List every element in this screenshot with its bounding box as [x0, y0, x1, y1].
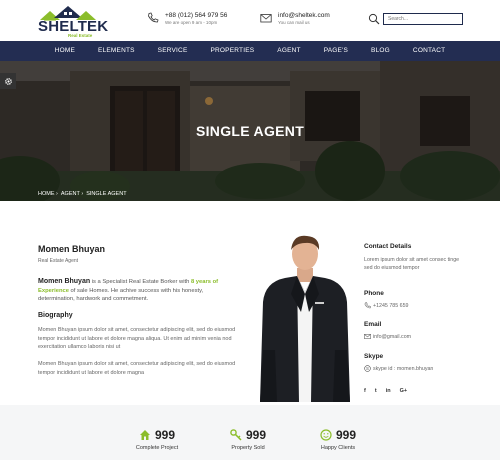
- contact-details-section: Contact Details Lorem ipsum dolor sit am…: [364, 243, 464, 272]
- nav-blog[interactable]: BLOG: [371, 41, 390, 61]
- skype-value: skype id : momen.bhuyan: [373, 365, 434, 372]
- stat-label: Property Sold: [231, 445, 265, 451]
- nav-agent[interactable]: AGENT: [277, 41, 300, 61]
- breadcrumb-separator: ›: [56, 191, 58, 197]
- envelope-icon: [364, 334, 371, 339]
- phone-number: +88 (012) 564 979 56: [165, 12, 228, 19]
- agent-role: Real Estate Agent: [38, 258, 79, 264]
- top-header: SHELTEK Real Estate +88 (012) 564 979 56…: [0, 0, 500, 41]
- phone-value: +1245 785 659: [373, 302, 409, 309]
- breadcrumb-separator: ›: [81, 191, 84, 197]
- nav-service[interactable]: SERVICE: [158, 41, 188, 61]
- phone-hours: We are open 9 am - 10pm: [165, 20, 218, 25]
- social-links: f t in G+: [364, 388, 416, 394]
- settings-toggle[interactable]: [0, 73, 16, 89]
- nav-pages[interactable]: PAGE'S: [324, 41, 348, 61]
- phone-link[interactable]: +1245 785 659: [364, 302, 409, 309]
- email-heading: Email: [364, 321, 382, 328]
- intro-name: Momen Bhuyan: [38, 278, 91, 285]
- stat-label: Complete Project: [135, 445, 179, 451]
- biography-paragraph-1: Momen Bhuyan ipsum dolor sit amet, conse…: [38, 327, 236, 350]
- agent-intro: Momen Bhuyan is a Specialist Real Estate…: [38, 278, 238, 304]
- search-bar: [368, 13, 463, 25]
- stat-label: Happy Clients: [320, 445, 356, 451]
- breadcrumb-agent[interactable]: AGENT: [61, 191, 80, 197]
- stat-value: 999: [245, 428, 267, 442]
- home-icon: [139, 430, 150, 440]
- skype-icon: S: [364, 365, 371, 372]
- phone-icon: [364, 302, 371, 309]
- email-section: Email info@gmail.com: [364, 321, 411, 340]
- agent-name: Momen Bhuyan: [38, 244, 106, 254]
- phone-heading: Phone: [364, 290, 384, 297]
- stat-value: 999: [335, 428, 357, 442]
- smile-icon: [320, 429, 332, 441]
- breadcrumb: HOME › AGENT › SINGLE AGENT: [38, 191, 130, 197]
- email-note: You can mail us: [278, 20, 310, 25]
- stats-bar: 999 Complete Project 999 Property Sold 9…: [0, 405, 500, 460]
- stat-happy-clients: 999 Happy Clients: [303, 428, 373, 451]
- linkedin-icon[interactable]: in: [386, 388, 391, 394]
- intro-text-1: is a Specialist Real Estate Borker with: [90, 279, 191, 285]
- email-address: info@sheltek.com: [278, 12, 330, 19]
- phone-icon: [148, 12, 159, 23]
- phone-section: Phone +1245 785 659: [364, 290, 409, 309]
- search-icon[interactable]: [368, 13, 380, 25]
- nav-home[interactable]: HOME: [55, 41, 75, 61]
- key-icon: [230, 429, 242, 441]
- page-title: SINGLE AGENT: [195, 123, 305, 139]
- brand-tagline: Real Estate: [68, 33, 93, 38]
- contact-details-heading: Contact Details: [364, 243, 412, 250]
- breadcrumb-home[interactable]: HOME: [38, 191, 55, 197]
- email-value: info@gmail.com: [373, 333, 412, 340]
- hero-banner: SINGLE AGENT HOME › AGENT › SINGLE AGENT: [0, 61, 500, 201]
- skype-link[interactable]: S skype id : momen.bhuyan: [364, 365, 433, 372]
- agent-photo: [260, 235, 350, 402]
- biography-heading: Biography: [38, 312, 73, 319]
- gear-icon: [4, 77, 12, 85]
- envelope-icon: [260, 14, 272, 23]
- email-link[interactable]: info@gmail.com: [364, 333, 411, 340]
- breadcrumb-current: SINGLE AGENT: [86, 191, 127, 197]
- google-plus-icon[interactable]: G+: [400, 388, 408, 394]
- stat-property-sold: 999 Property Sold: [213, 428, 283, 451]
- skype-section: Skype S skype id : momen.bhuyan: [364, 353, 433, 372]
- stat-value: 999: [154, 428, 176, 442]
- facebook-icon[interactable]: f: [364, 388, 366, 394]
- search-input[interactable]: [383, 13, 463, 25]
- phone-block[interactable]: +88 (012) 564 979 56 We are open 9 am - …: [147, 12, 227, 26]
- contact-details-text: Lorem ipsum dolor sit amet consec tinge …: [364, 257, 460, 271]
- stat-complete-project: 999 Complete Project: [122, 428, 192, 451]
- svg-text:S: S: [366, 366, 369, 371]
- skype-heading: Skype: [364, 353, 384, 360]
- twitter-icon[interactable]: t: [375, 388, 377, 394]
- biography-paragraph-2: Momen Bhuyan ipsum dolor sit amet, conse…: [38, 361, 236, 376]
- nav-properties[interactable]: PROPERTIES: [211, 41, 255, 61]
- email-block[interactable]: info@sheltek.com You can mail us: [260, 12, 330, 26]
- main-nav: HOME ELEMENTS SERVICE PROPERTIES AGENT P…: [0, 41, 500, 61]
- nav-contact[interactable]: CONTACT: [413, 41, 445, 61]
- nav-elements[interactable]: ELEMENTS: [98, 41, 135, 61]
